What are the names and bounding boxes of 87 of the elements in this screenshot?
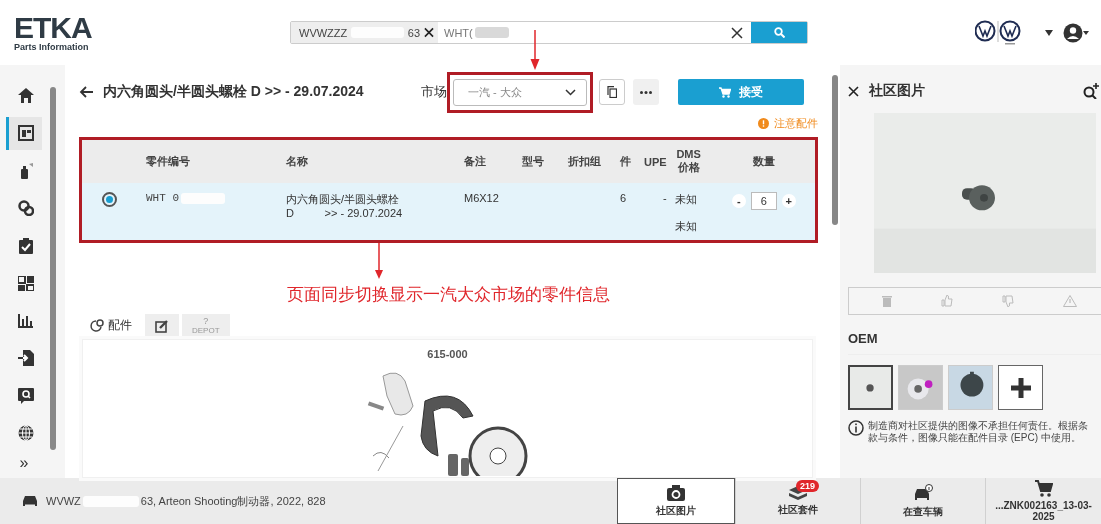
vehicle-text: 63, Arteon Shooting制动器, 2022, 828 xyxy=(140,493,326,509)
add-image-button[interactable] xyxy=(998,365,1043,410)
column-header: 件 xyxy=(620,155,631,167)
chevron-icon xyxy=(565,88,576,96)
market-label: 市场 xyxy=(421,83,447,101)
more-icon xyxy=(640,90,652,94)
globe-icon xyxy=(17,425,34,442)
search-text: WHT( xyxy=(444,26,473,39)
logo: ETKA xyxy=(14,13,93,42)
table-cell: - xyxy=(662,192,667,204)
close-icon[interactable] xyxy=(731,26,743,39)
search-icon xyxy=(17,387,34,404)
annotation-text: 页面同步切换显示一汽大众市场的零件信息 xyxy=(287,284,610,306)
expand-button[interactable]: » xyxy=(19,454,29,472)
zoom-in-icon[interactable] xyxy=(1083,83,1099,99)
annotation-arrow xyxy=(528,30,542,70)
close-icon[interactable] xyxy=(424,27,434,38)
back-icon[interactable] xyxy=(79,86,93,98)
thumbs-down-icon[interactable] xyxy=(1001,295,1014,307)
image-thumbnail[interactable] xyxy=(848,365,893,410)
caret-icon[interactable] xyxy=(1045,29,1053,36)
bottom-tab[interactable]: 在查车辆 xyxy=(860,478,985,524)
column-header: 零件编号 xyxy=(146,155,190,167)
home-icon xyxy=(17,88,34,104)
info-icon xyxy=(758,117,769,129)
vehicle-text: WVWZ xyxy=(46,495,81,507)
column-header: 备注 xyxy=(464,155,486,167)
section-title: OEM xyxy=(848,331,1101,355)
import-icon xyxy=(17,350,34,367)
table-cell: 6 xyxy=(620,192,627,204)
quantity-field[interactable]: 6 xyxy=(750,192,777,210)
logo-subtitle: Parts Information xyxy=(14,41,90,52)
clipboard-icon xyxy=(18,237,33,254)
cart-icon xyxy=(1034,480,1053,497)
column-header: UPE xyxy=(644,155,667,168)
copy-icon xyxy=(607,86,617,98)
column-header: DMS 价格 xyxy=(675,148,702,175)
decrement-button[interactable]: - xyxy=(731,194,746,208)
gear-icon xyxy=(17,200,34,217)
brand-logos-drawing xyxy=(975,19,1021,46)
close-icon[interactable] xyxy=(848,85,859,97)
sidebar-item[interactable] xyxy=(6,116,42,150)
search-icon xyxy=(773,27,785,38)
disclaimer-text: 制造商对社区提供的图像不承担任何责任。根据条款与条件，图像只能在配件目录 (EPC) 中使用。 xyxy=(868,420,1089,444)
redaction-blur xyxy=(181,192,225,204)
table-cell: WHT 0 xyxy=(146,192,179,204)
count-badge: 219 xyxy=(796,480,820,492)
market-dropdown[interactable]: 一汽 - 大众 xyxy=(453,78,587,106)
user-icon[interactable] xyxy=(1063,22,1089,43)
column-header: 数量 xyxy=(752,155,775,167)
table-cell-text: 未知 xyxy=(674,192,698,207)
thumbs-up-icon[interactable] xyxy=(940,295,953,307)
panel-title: 社区图片 xyxy=(869,82,925,100)
chart-icon xyxy=(18,313,33,328)
bottom-tab[interactable]: 社区套件 219 xyxy=(735,478,860,524)
table-cell: M6X12 xyxy=(464,192,499,204)
scrollbar[interactable] xyxy=(832,75,838,225)
search-field[interactable]: WVWZZZ 63 WHT( xyxy=(290,21,808,44)
column-header: 名称 xyxy=(286,155,308,167)
column-header: 型号 xyxy=(522,155,544,167)
copy-button[interactable] xyxy=(599,79,625,105)
layout-icon xyxy=(17,125,34,142)
edit-icon xyxy=(155,318,169,333)
vin-chip-text: 63 xyxy=(407,26,421,39)
grid-icon xyxy=(17,275,34,291)
search-button[interactable] xyxy=(751,22,807,43)
info-icon xyxy=(848,420,864,436)
drawing-label: 615-000 xyxy=(427,348,468,360)
camera-icon xyxy=(667,484,685,501)
scrollbar[interactable] xyxy=(50,87,56,450)
table-cell-text: 未知 xyxy=(674,219,698,234)
car-icon xyxy=(22,495,38,507)
page-title: 内六角圆头/半圆头螺栓 D >> - 29.07.2024 xyxy=(103,83,365,101)
plus-icon xyxy=(1008,375,1033,400)
more-button[interactable] xyxy=(633,79,659,105)
bottom-tab[interactable]: ...ZNK002163_13-03-2025 xyxy=(985,478,1101,524)
increment-button[interactable]: + xyxy=(781,194,796,208)
car-icon xyxy=(913,483,933,502)
vin-chip-text: WVWZZZ xyxy=(299,26,348,39)
column-header: 折扣组 xyxy=(568,155,601,167)
annotation-arrow xyxy=(373,243,384,279)
cart-icon xyxy=(719,86,731,98)
table-cell: 内六角圆头/半圆头螺栓 D >> - 29.07.2024 xyxy=(286,193,403,219)
radio-button[interactable] xyxy=(102,192,117,207)
gear-icon xyxy=(89,318,104,333)
bottom-tab[interactable]: 社区图片 xyxy=(617,478,735,524)
redaction-blur xyxy=(474,27,509,38)
